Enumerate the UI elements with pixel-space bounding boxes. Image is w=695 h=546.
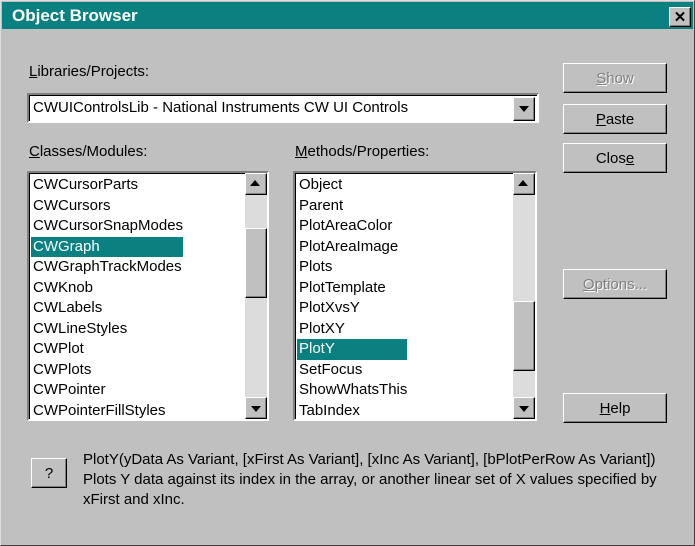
methods-list-item[interactable]: PlotY: [297, 339, 408, 360]
classes-list-item[interactable]: CWPointerFillStyles: [31, 401, 183, 420]
classes-list-item[interactable]: CWPointer: [31, 380, 183, 401]
methods-listbox[interactable]: Object Parent PlotAreaColor PlotAreaImage Pl…: [293, 171, 537, 421]
scroll-down-arrow-icon[interactable]: [245, 397, 267, 419]
options-button[interactable]: Options...: [563, 269, 667, 299]
object-browser-dialog: Object Browser ✕ Libraries/Projects: CWU…: [0, 0, 695, 546]
classes-list-item[interactable]: CWCursorSnapModes: [31, 216, 183, 237]
scroll-up-arrow-icon[interactable]: [245, 173, 267, 195]
methods-list-item[interactable]: PlotXY: [297, 319, 407, 340]
classes-list-item[interactable]: CWLineStyles: [31, 319, 183, 340]
methods-scrollbar[interactable]: [513, 173, 535, 419]
paste-button[interactable]: Paste: [563, 104, 667, 134]
libraries-combobox[interactable]: CWUIControlsLib - National Instruments C…: [27, 93, 539, 123]
classes-list-item[interactable]: CWPlot: [31, 339, 183, 360]
classes-listbox[interactable]: CWCursorParts CWCursors CWCursorSnapModes C…: [27, 171, 269, 421]
classes-list-item[interactable]: CWCursors: [31, 196, 183, 217]
methods-list-item[interactable]: ShowWhatsThis: [297, 380, 407, 401]
window-title: Object Browser: [12, 6, 138, 25]
help-question-button[interactable]: ?: [31, 458, 67, 488]
methods-list-item[interactable]: PlotXvsY: [297, 298, 407, 319]
method-description: Plots Y data against its index in the ar…: [83, 471, 657, 508]
methods-items: Object Parent PlotAreaColor PlotAreaImage Pl…: [297, 175, 408, 420]
methods-list-item[interactable]: PlotTemplate: [297, 278, 407, 299]
method-signature: PlotY(yData As Variant, [xFirst As Varia…: [83, 451, 656, 468]
libraries-selected-value: CWUIControlsLib - National Instruments C…: [33, 99, 409, 116]
methods-list-item[interactable]: Plots: [297, 257, 407, 278]
methods-label: Methods/Properties:: [295, 143, 430, 160]
classes-list-item[interactable]: CWLabels: [31, 298, 183, 319]
scroll-down-arrow-icon[interactable]: [513, 397, 535, 419]
close-button[interactable]: Close: [563, 143, 667, 173]
scroll-up-arrow-icon[interactable]: [513, 173, 535, 195]
classes-list-item[interactable]: CWGraph: [31, 236, 184, 257]
methods-list-item[interactable]: Parent: [297, 196, 407, 217]
classes-label: Classes/Modules:: [29, 143, 148, 160]
methods-scroll-thumb[interactable]: [513, 300, 535, 371]
methods-list-item[interactable]: Object: [297, 175, 407, 196]
methods-list-item[interactable]: PlotAreaImage: [297, 237, 407, 258]
classes-scrollbar[interactable]: [245, 173, 267, 419]
methods-list-item[interactable]: SetFocus: [297, 360, 407, 381]
title-bar[interactable]: Object Browser ✕: [2, 2, 693, 29]
close-icon[interactable]: ✕: [669, 7, 691, 27]
classes-list-item[interactable]: CWGraphTrackModes: [31, 257, 183, 278]
methods-list-item[interactable]: TabIndex: [297, 401, 407, 420]
description-panel: PlotY(yData As Variant, [xFirst As Varia…: [83, 450, 683, 510]
libraries-label: Libraries/Projects:: [29, 63, 150, 80]
methods-list-item[interactable]: PlotAreaColor: [297, 216, 407, 237]
classes-list-item[interactable]: CWKnob: [31, 278, 183, 299]
help-button[interactable]: Help: [563, 393, 667, 423]
show-button[interactable]: Show: [563, 63, 667, 93]
classes-list-item[interactable]: CWCursorParts: [31, 175, 183, 196]
classes-items: CWCursorParts CWCursors CWCursorSnapModes C…: [31, 175, 184, 420]
classes-scroll-thumb[interactable]: [245, 228, 267, 298]
dropdown-arrow-icon[interactable]: [513, 97, 535, 121]
classes-list-item[interactable]: CWPlots: [31, 360, 183, 381]
